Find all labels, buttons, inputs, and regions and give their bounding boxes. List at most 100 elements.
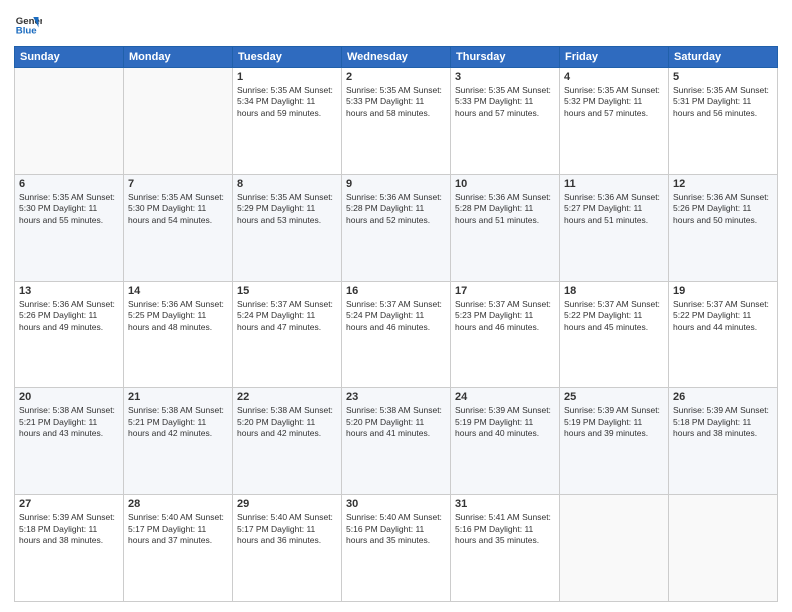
day-info: Sunrise: 5:37 AM Sunset: 5:22 PM Dayligh… xyxy=(673,299,773,333)
day-number: 15 xyxy=(237,285,337,297)
svg-text:Blue: Blue xyxy=(16,26,37,37)
day-number: 19 xyxy=(673,285,773,297)
calendar-cell: 31Sunrise: 5:41 AM Sunset: 5:16 PM Dayli… xyxy=(451,495,560,602)
day-number: 5 xyxy=(673,71,773,83)
day-number: 11 xyxy=(564,178,664,190)
calendar-cell: 25 Sunrise: 5:39 AM Sunset: 5:19 PM Dayli… xyxy=(560,388,669,495)
calendar-cell: 2 Sunrise: 5:35 AM Sunset: 5:33 PM Daylig… xyxy=(342,68,451,175)
calendar-cell: 3 Sunrise: 5:35 AM Sunset: 5:33 PM Daylig… xyxy=(451,68,560,175)
calendar-cell: 22 Sunrise: 5:38 AM Sunset: 5:20 PM Dayli… xyxy=(233,388,342,495)
weekday-header-wednesday: Wednesday xyxy=(342,47,451,68)
day-info: Sunrise: 5:36 AM Sunset: 5:25 PM Dayligh… xyxy=(128,299,228,333)
calendar-cell: 10 Sunrise: 5:36 AM Sunset: 5:28 PM Dayli… xyxy=(451,174,560,281)
day-info: Sunrise: 5:39 AM Sunset: 5:19 PM Dayligh… xyxy=(564,405,664,439)
day-number: 4 xyxy=(564,71,664,83)
day-number: 13 xyxy=(19,285,119,297)
weekday-header-thursday: Thursday xyxy=(451,47,560,68)
calendar-cell: 24 Sunrise: 5:39 AM Sunset: 5:19 PM Dayli… xyxy=(451,388,560,495)
calendar-cell: 20 Sunrise: 5:38 AM Sunset: 5:21 PM Dayli… xyxy=(15,388,124,495)
day-number: 12 xyxy=(673,178,773,190)
calendar-cell: 17 Sunrise: 5:37 AM Sunset: 5:23 PM Dayli… xyxy=(451,281,560,388)
day-number: 18 xyxy=(564,285,664,297)
day-info: Sunrise: 5:36 AM Sunset: 5:28 PM Dayligh… xyxy=(455,192,555,226)
day-info: Sunrise: 5:37 AM Sunset: 5:23 PM Dayligh… xyxy=(455,299,555,333)
calendar-cell: 30 Sunrise: 5:40 AM Sunset: 5:16 PM Dayli… xyxy=(342,495,451,602)
day-info: Sunrise: 5:37 AM Sunset: 5:22 PM Dayligh… xyxy=(564,299,664,333)
logo-icon: General Blue xyxy=(14,10,42,38)
day-number: 22 xyxy=(237,391,337,403)
weekday-header-saturday: Saturday xyxy=(669,47,778,68)
day-info: Sunrise: 5:35 AM Sunset: 5:29 PM Dayligh… xyxy=(237,192,337,226)
day-number: 25 xyxy=(564,391,664,403)
calendar-cell: 23 Sunrise: 5:38 AM Sunset: 5:20 PM Dayli… xyxy=(342,388,451,495)
weekday-header-tuesday: Tuesday xyxy=(233,47,342,68)
day-number: 30 xyxy=(346,498,446,510)
day-info: Sunrise: 5:40 AM Sunset: 5:17 PM Dayligh… xyxy=(237,512,337,546)
day-number: 27 xyxy=(19,498,119,510)
day-number: 24 xyxy=(455,391,555,403)
calendar-cell: 1Sunrise: 5:35 AM Sunset: 5:34 PM Daylig… xyxy=(233,68,342,175)
day-info: Sunrise: 5:37 AM Sunset: 5:24 PM Dayligh… xyxy=(346,299,446,333)
day-info: Sunrise: 5:35 AM Sunset: 5:33 PM Dayligh… xyxy=(346,85,446,119)
calendar-cell xyxy=(15,68,124,175)
day-info: Sunrise: 5:35 AM Sunset: 5:31 PM Dayligh… xyxy=(673,85,773,119)
calendar-cell: 8 Sunrise: 5:35 AM Sunset: 5:29 PM Daylig… xyxy=(233,174,342,281)
day-info: Sunrise: 5:35 AM Sunset: 5:32 PM Dayligh… xyxy=(564,85,664,119)
calendar-table: SundayMondayTuesdayWednesdayThursdayFrid… xyxy=(14,46,778,602)
calendar-cell: 13 Sunrise: 5:36 AM Sunset: 5:26 PM Dayli… xyxy=(15,281,124,388)
day-number: 20 xyxy=(19,391,119,403)
weekday-header-friday: Friday xyxy=(560,47,669,68)
day-number: 7 xyxy=(128,178,228,190)
day-info: Sunrise: 5:35 AM Sunset: 5:30 PM Dayligh… xyxy=(19,192,119,226)
day-info: Sunrise: 5:36 AM Sunset: 5:26 PM Dayligh… xyxy=(19,299,119,333)
calendar-cell: 4 Sunrise: 5:35 AM Sunset: 5:32 PM Daylig… xyxy=(560,68,669,175)
calendar-cell: 15Sunrise: 5:37 AM Sunset: 5:24 PM Dayli… xyxy=(233,281,342,388)
calendar-cell: 12 Sunrise: 5:36 AM Sunset: 5:26 PM Dayli… xyxy=(669,174,778,281)
day-number: 14 xyxy=(128,285,228,297)
day-number: 6 xyxy=(19,178,119,190)
day-info: Sunrise: 5:40 AM Sunset: 5:17 PM Dayligh… xyxy=(128,512,228,546)
calendar-cell: 19 Sunrise: 5:37 AM Sunset: 5:22 PM Dayli… xyxy=(669,281,778,388)
day-info: Sunrise: 5:36 AM Sunset: 5:27 PM Dayligh… xyxy=(564,192,664,226)
day-number: 9 xyxy=(346,178,446,190)
day-number: 21 xyxy=(128,391,228,403)
day-number: 31 xyxy=(455,498,555,510)
day-number: 16 xyxy=(346,285,446,297)
weekday-header-sunday: Sunday xyxy=(15,47,124,68)
day-info: Sunrise: 5:39 AM Sunset: 5:18 PM Dayligh… xyxy=(19,512,119,546)
header: General Blue xyxy=(14,10,778,38)
calendar-cell: 18 Sunrise: 5:37 AM Sunset: 5:22 PM Dayli… xyxy=(560,281,669,388)
calendar-cell: 14 Sunrise: 5:36 AM Sunset: 5:25 PM Dayli… xyxy=(124,281,233,388)
logo: General Blue xyxy=(14,10,42,38)
calendar-cell: 6 Sunrise: 5:35 AM Sunset: 5:30 PM Daylig… xyxy=(15,174,124,281)
day-info: Sunrise: 5:35 AM Sunset: 5:34 PM Dayligh… xyxy=(237,85,337,119)
day-number: 23 xyxy=(346,391,446,403)
calendar-cell xyxy=(560,495,669,602)
day-info: Sunrise: 5:39 AM Sunset: 5:19 PM Dayligh… xyxy=(455,405,555,439)
calendar-cell xyxy=(124,68,233,175)
day-info: Sunrise: 5:38 AM Sunset: 5:20 PM Dayligh… xyxy=(237,405,337,439)
calendar-cell: 27 Sunrise: 5:39 AM Sunset: 5:18 PM Dayli… xyxy=(15,495,124,602)
calendar-cell: 11 Sunrise: 5:36 AM Sunset: 5:27 PM Dayli… xyxy=(560,174,669,281)
weekday-header-monday: Monday xyxy=(124,47,233,68)
day-number: 3 xyxy=(455,71,555,83)
calendar-cell: 29 Sunrise: 5:40 AM Sunset: 5:17 PM Dayli… xyxy=(233,495,342,602)
day-number: 10 xyxy=(455,178,555,190)
calendar-cell: 21 Sunrise: 5:38 AM Sunset: 5:21 PM Dayli… xyxy=(124,388,233,495)
day-info: Sunrise: 5:38 AM Sunset: 5:21 PM Dayligh… xyxy=(128,405,228,439)
day-info: Sunrise: 5:38 AM Sunset: 5:20 PM Dayligh… xyxy=(346,405,446,439)
day-info: Sunrise: 5:38 AM Sunset: 5:21 PM Dayligh… xyxy=(19,405,119,439)
calendar-cell: 16 Sunrise: 5:37 AM Sunset: 5:24 PM Dayli… xyxy=(342,281,451,388)
calendar-cell: 7Sunrise: 5:35 AM Sunset: 5:30 PM Daylig… xyxy=(124,174,233,281)
calendar-cell xyxy=(669,495,778,602)
day-info: Sunrise: 5:40 AM Sunset: 5:16 PM Dayligh… xyxy=(346,512,446,546)
day-number: 17 xyxy=(455,285,555,297)
day-number: 29 xyxy=(237,498,337,510)
day-info: Sunrise: 5:36 AM Sunset: 5:26 PM Dayligh… xyxy=(673,192,773,226)
day-number: 2 xyxy=(346,71,446,83)
calendar-page: General Blue SundayMondayTuesdayWednesda… xyxy=(0,0,792,612)
day-number: 8 xyxy=(237,178,337,190)
day-info: Sunrise: 5:36 AM Sunset: 5:28 PM Dayligh… xyxy=(346,192,446,226)
day-info: Sunrise: 5:35 AM Sunset: 5:33 PM Dayligh… xyxy=(455,85,555,119)
calendar-cell: 5 Sunrise: 5:35 AM Sunset: 5:31 PM Daylig… xyxy=(669,68,778,175)
